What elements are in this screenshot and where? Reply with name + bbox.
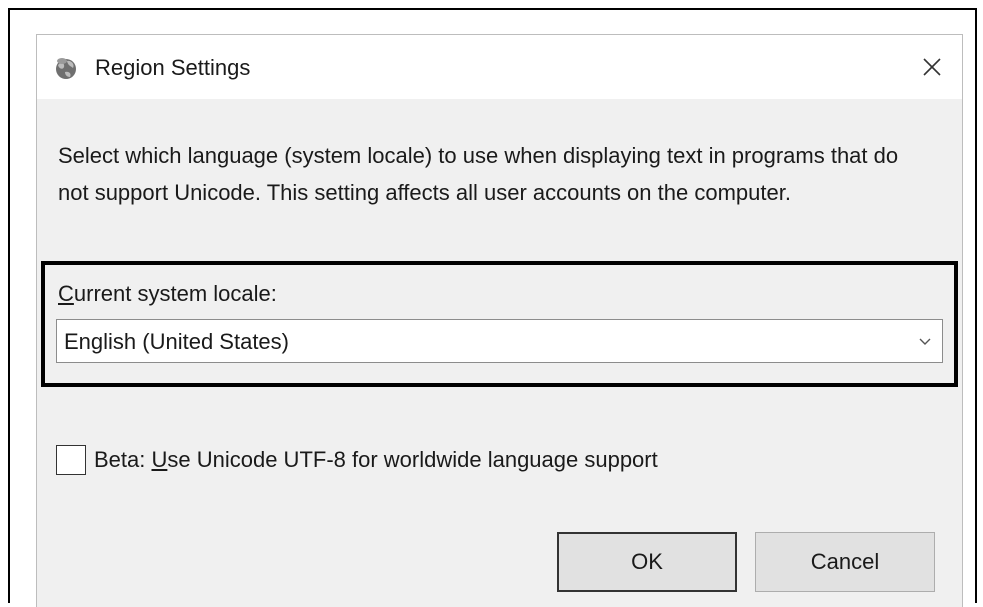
ok-button[interactable]: OK [557, 532, 737, 592]
cancel-button[interactable]: Cancel [755, 532, 935, 592]
description-text: Select which language (system locale) to… [58, 143, 899, 205]
beta-label-text: se Unicode UTF-8 for worldwide language … [167, 447, 658, 472]
region-settings-dialog: Region Settings Select which language (s… [36, 34, 963, 607]
beta-label-accesskey: U [151, 447, 168, 472]
system-locale-dropdown[interactable]: English (United States) [56, 319, 943, 363]
beta-label-prefix: Beta: [94, 447, 152, 472]
chevron-down-icon [919, 338, 931, 345]
beta-utf8-label[interactable]: Beta: Use Unicode UTF-8 for worldwide la… [94, 447, 658, 473]
locale-label-accesskey: C [58, 281, 74, 306]
beta-utf8-checkbox[interactable] [56, 445, 86, 475]
close-icon [923, 58, 941, 76]
globe-icon [53, 55, 79, 81]
current-locale-label: Current system locale: [58, 281, 277, 307]
title-bar: Region Settings [37, 35, 962, 99]
dialog-title: Region Settings [95, 55, 251, 80]
locale-selected-value: English (United States) [64, 329, 289, 354]
locale-label-text: urrent system locale: [73, 281, 277, 306]
beta-utf8-option[interactable]: Beta: Use Unicode UTF-8 for worldwide la… [56, 443, 658, 477]
close-button[interactable] [914, 49, 950, 85]
